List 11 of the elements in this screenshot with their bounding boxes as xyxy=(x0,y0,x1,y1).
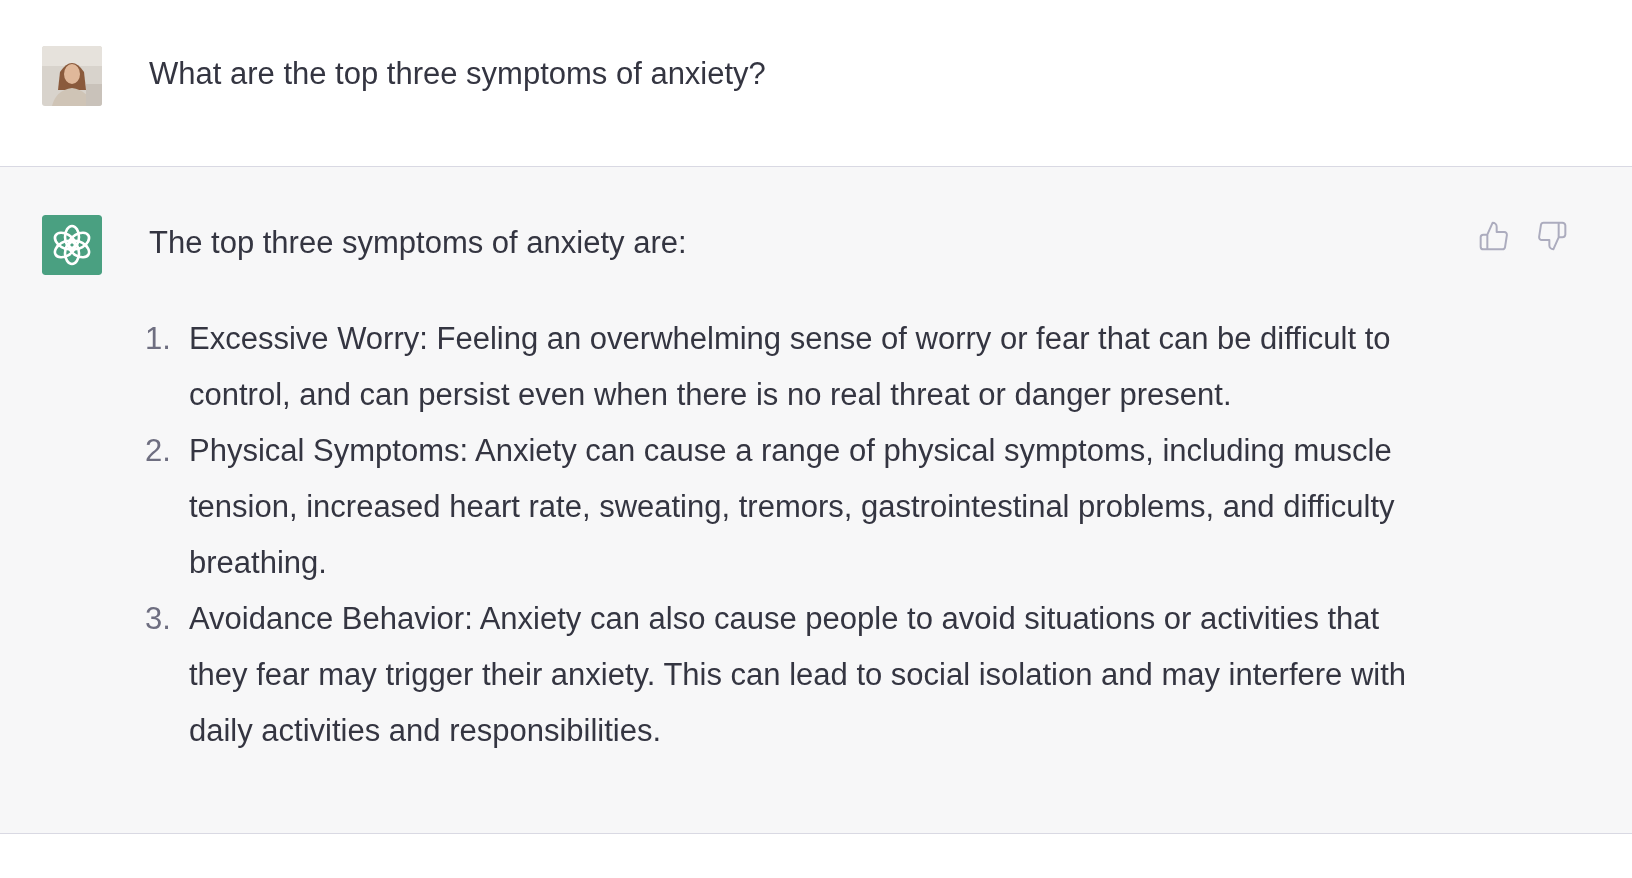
thumbs-up-icon[interactable] xyxy=(1478,219,1510,253)
list-item-text: Physical Symptoms: Anxiety can cause a range of physical symptoms, including muscle tension, increased heart rate, sweating, tremors, gastrointestinal problems, and difficulty breathing. xyxy=(189,432,1396,582)
logo-icon xyxy=(42,215,102,275)
list-number: 3. xyxy=(145,600,172,638)
list-item-text: Excessive Worry: Feeling an overwhelming sense of worry or fear that can be difficult to control, and can persist even when there is no real threat or danger present. xyxy=(189,320,1392,414)
answer-text: The top three symptoms of anxiety are: xyxy=(149,224,688,262)
list-item-text: Avoidance Behavior: Anxiety can also cause people to avoid situations or activities that they fear may trigger their anxiety. This can lead to social isolation and may interfere with daily activities and responsibilities. xyxy=(189,600,1408,750)
question-text: What are the top three symptoms of anxiety? xyxy=(149,55,767,93)
list-number: 2. xyxy=(145,432,172,470)
thumbs-down-icon[interactable] xyxy=(1536,219,1568,253)
list-number: 1. xyxy=(145,320,172,358)
